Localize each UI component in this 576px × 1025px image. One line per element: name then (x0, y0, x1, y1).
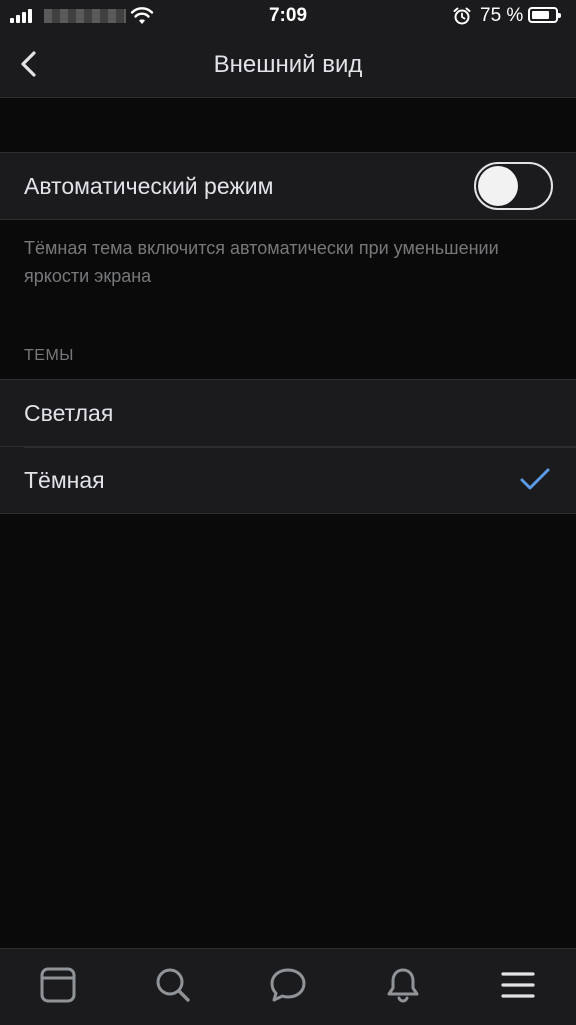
theme-option-dark[interactable]: Тёмная (0, 446, 576, 514)
auto-mode-hint: Тёмная тема включится автоматически при … (24, 238, 499, 286)
section-spacer (0, 98, 576, 152)
page-title: Внешний вид (213, 51, 363, 78)
tab-bar (0, 948, 576, 1025)
theme-option-light[interactable]: Светлая (0, 379, 576, 447)
battery-fill (532, 11, 549, 19)
messages-icon[interactable] (268, 965, 308, 1005)
auto-mode-row[interactable]: Автоматический режим (0, 152, 576, 220)
nav-bar: Внешний вид (0, 32, 576, 98)
alarm-icon (453, 7, 471, 25)
news-icon[interactable] (38, 965, 78, 1005)
checkmark-icon (520, 468, 550, 490)
menu-icon[interactable] (498, 965, 538, 1005)
theme-option-label: Тёмная (24, 467, 105, 493)
toggle-knob (478, 166, 518, 206)
battery-icon (528, 7, 561, 23)
theme-option-label: Светлая (24, 400, 114, 426)
themes-section-header: ТЕМЫ (24, 347, 74, 364)
notifications-icon[interactable] (383, 965, 423, 1005)
auto-mode-toggle[interactable] (474, 162, 553, 210)
battery-percent: 75 % (480, 5, 524, 26)
search-icon[interactable] (153, 965, 193, 1005)
status-bar: 7:09 75 % (0, 0, 576, 32)
auto-mode-label: Автоматический режим (24, 173, 274, 199)
